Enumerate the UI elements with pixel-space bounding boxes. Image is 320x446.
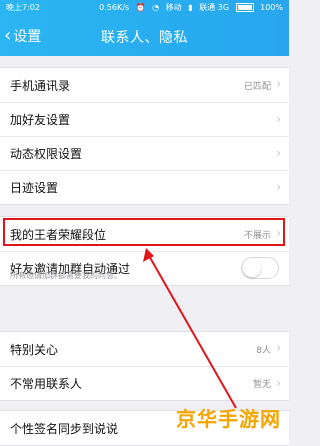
row-value: 8人	[256, 345, 271, 356]
chevron-right-icon: ›	[276, 112, 281, 126]
row-special-care[interactable]: 特别关心 8人 ›	[0, 332, 289, 366]
chevron-right-icon: ›	[276, 77, 281, 91]
row-label: 加好友设置	[10, 113, 71, 127]
carrier2-label: 联通 3G	[199, 3, 230, 12]
row-daily-trace-settings[interactable]: 日迹设置 ›	[0, 170, 289, 204]
status-time: 晚上7:02	[6, 3, 40, 12]
highlight-box	[3, 218, 285, 246]
status-indicators: 0.56K/s ⏰ ◔ 移动 ▮ 联通 3G 100%	[95, 0, 283, 16]
chevron-right-icon: ›	[276, 146, 281, 160]
row-value: 已匹配	[243, 81, 271, 92]
battery-level: 100%	[260, 3, 283, 12]
nav-bar: ‹ 设置 联系人、隐私	[0, 16, 289, 56]
row-phone-contacts[interactable]: 手机通讯录 已匹配 ›	[0, 68, 289, 102]
toggle-knob	[243, 259, 261, 277]
row-label: 动态权限设置	[10, 147, 83, 161]
chevron-right-icon: ›	[276, 180, 281, 194]
section-special-care: 特别关心 8人 › 不常用联系人 暂无 ›	[0, 331, 289, 401]
row-label: 日迹设置	[10, 181, 59, 195]
row-label: 个性签名同步到说说	[10, 421, 119, 436]
row-label: 不常用联系人	[10, 377, 83, 391]
row-add-friend-settings[interactable]: 加好友设置 ›	[0, 102, 289, 136]
group-invite-note: 所有邀请加群都需要我的同意。	[10, 271, 122, 280]
wifi-icon: ◔	[152, 3, 160, 12]
network-speed: 0.56K/s	[99, 3, 130, 12]
watermark-logo: 京华手游网	[176, 407, 281, 431]
carrier-label: 移动	[165, 3, 182, 12]
battery-icon	[235, 3, 254, 12]
auto-accept-toggle[interactable]	[241, 257, 279, 279]
status-bar: 晚上7:02 0.56K/s ⏰ ◔ 移动 ▮ 联通 3G 100%	[0, 0, 289, 16]
row-label: 手机通讯录	[10, 78, 71, 93]
section-contacts: 手机通讯录 已匹配 › 加好友设置 › 动态权限设置 › 日迹设置 ›	[0, 67, 289, 205]
signal-icon: ▮	[188, 3, 193, 12]
row-label: 特别关心	[10, 342, 59, 357]
header: 晚上7:02 0.56K/s ⏰ ◔ 移动 ▮ 联通 3G 100% ‹ 设置 …	[0, 0, 289, 56]
page-title: 联系人、隐私	[101, 30, 188, 46]
row-value: 暂无	[252, 380, 271, 390]
alarm-icon: ⏰	[135, 3, 146, 12]
row-infrequent-contacts[interactable]: 不常用联系人 暂无 ›	[0, 366, 289, 400]
row-feed-permissions[interactable]: 动态权限设置 ›	[0, 136, 289, 170]
chevron-right-icon: ›	[276, 376, 281, 390]
chevron-right-icon: ›	[276, 341, 281, 355]
